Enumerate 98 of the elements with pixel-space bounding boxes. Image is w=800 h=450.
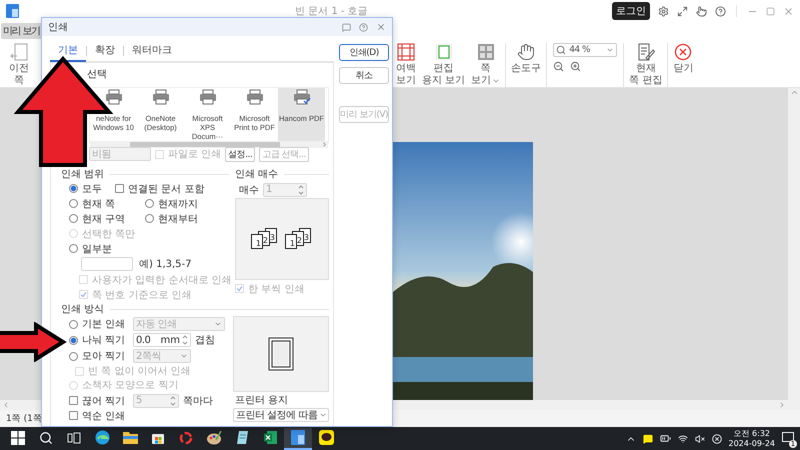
folder-icon[interactable] xyxy=(122,431,138,444)
notification-icon[interactable] xyxy=(782,432,794,442)
radio-option[interactable]: 기본 인쇄 xyxy=(69,317,129,331)
section-title: 인쇄 범위 xyxy=(61,168,104,181)
battery-icon[interactable] xyxy=(660,433,670,444)
annotation-arrow xyxy=(0,322,67,362)
caret-icon[interactable] xyxy=(214,320,222,328)
printer-icon xyxy=(292,89,310,105)
ring-icon[interactable] xyxy=(179,430,193,444)
cut-suffix: 쪽마다 xyxy=(183,394,213,408)
app-logo-icon xyxy=(6,4,19,18)
search-icon[interactable] xyxy=(39,430,53,444)
paper-label: 프린터 용지 xyxy=(235,394,288,407)
printer-icon xyxy=(104,89,122,105)
page-status: 1쪽 (1쪽 xyxy=(6,413,42,425)
palette-icon[interactable] xyxy=(206,430,222,444)
help-icon[interactable] xyxy=(359,22,368,32)
overlap-field[interactable]: 0.0 mm xyxy=(133,333,191,347)
radio-option[interactable]: 일부분 xyxy=(69,242,112,256)
close-icon xyxy=(674,43,692,61)
spinner-arrows-icon[interactable] xyxy=(170,394,176,406)
page-range-field[interactable] xyxy=(81,257,133,271)
ribbon-button[interactable]: 쪽 보기 xyxy=(468,43,504,87)
copies-label: 매수 xyxy=(239,184,259,196)
radio-option[interactable]: 현재까지 xyxy=(145,196,198,210)
page-sheet: 1 xyxy=(251,234,263,249)
windows-logo-icon[interactable] xyxy=(11,430,25,444)
radio-option[interactable]: 현재 쪽 xyxy=(69,196,139,210)
pointer-hand-icon[interactable] xyxy=(696,6,707,16)
settings-button[interactable]: 설정... xyxy=(225,146,256,162)
tab[interactable]: 워터마크 xyxy=(124,40,180,62)
document-pencil-icon xyxy=(636,43,655,61)
printer-icon xyxy=(246,89,264,105)
checkmark-icon xyxy=(80,291,87,298)
chat-icon[interactable] xyxy=(342,22,351,32)
spinner-arrows-icon[interactable] xyxy=(298,184,304,196)
hand-icon xyxy=(517,43,536,61)
close-icon[interactable] xyxy=(376,22,386,32)
help-icon[interactable] xyxy=(715,6,726,16)
spinner-arrows-icon[interactable] xyxy=(182,334,188,346)
search-icon xyxy=(556,45,566,55)
radio-option[interactable]: 모아 찍기 xyxy=(69,349,129,363)
printer-icon xyxy=(152,89,170,105)
page-icon xyxy=(268,337,294,371)
paper-icon xyxy=(434,43,453,61)
spreadsheet-icon[interactable] xyxy=(262,430,278,445)
radio-option[interactable]: 모두 xyxy=(69,182,109,196)
dialog-button[interactable]: 취소 xyxy=(339,67,390,84)
printer-status-field: 비됨 xyxy=(89,147,151,161)
pages-grid-icon xyxy=(476,43,495,61)
checkbox-option[interactable]: 연결된 문서 포함 xyxy=(115,182,204,196)
ribbon-button[interactable]: 닫기 xyxy=(670,43,696,75)
checkbox-option[interactable]: 역순 인쇄 xyxy=(69,408,126,422)
caret-icon[interactable] xyxy=(319,411,328,419)
menu-tab[interactable]: 미리 보기 xyxy=(1,23,42,39)
printer-icon xyxy=(198,89,216,105)
caret-icon[interactable] xyxy=(180,352,188,360)
caret-icon[interactable] xyxy=(606,46,614,54)
radio-option[interactable]: 현재부터 xyxy=(145,212,198,226)
paper-select[interactable]: 프린터 설정에 따름 xyxy=(233,408,329,422)
example-text: 예) 1,3,5-7 xyxy=(139,258,192,271)
overlap-label: 겹침 xyxy=(195,334,215,347)
zoom-in-icon[interactable] xyxy=(570,61,582,72)
section-title: 인쇄 방식 xyxy=(61,303,104,316)
section-title: 선택 xyxy=(87,68,107,81)
ribbon-button[interactable]: 손도구 xyxy=(508,43,544,75)
ribbon-button[interactable]: 현재 쪽 편집 xyxy=(626,43,666,87)
clock[interactable]: 오전 6:32 2024-09-24 xyxy=(728,428,775,448)
settings-icon[interactable] xyxy=(658,6,669,16)
section-title: 인쇄 매수 xyxy=(235,168,278,181)
radio-option[interactable]: 나눠 찍기 xyxy=(69,333,129,347)
chat-bubble-icon[interactable] xyxy=(318,430,334,445)
wifi-icon[interactable] xyxy=(678,434,688,444)
browser-icon[interactable] xyxy=(94,430,110,445)
ribbon-button[interactable]: 여백 보기 xyxy=(393,43,419,87)
notepad-icon[interactable] xyxy=(236,430,248,445)
chat-bubble-icon[interactable] xyxy=(642,434,652,444)
tab[interactable]: 확장 xyxy=(87,40,123,62)
page-sheet: 1 xyxy=(285,234,297,249)
radio-option[interactable]: 현재 구역 xyxy=(69,212,139,226)
dialog-button[interactable]: 인쇄(D) xyxy=(339,44,390,61)
ribbon-button[interactable]: 편집 용지 보기 xyxy=(419,43,468,87)
zoom-out-icon[interactable] xyxy=(553,61,564,72)
checkmark-icon xyxy=(236,285,243,292)
muted-speaker-icon[interactable] xyxy=(694,434,704,444)
task-view-icon[interactable] xyxy=(67,432,81,444)
dialog-title: 인쇄 xyxy=(48,21,68,34)
expand-icon[interactable] xyxy=(677,6,688,16)
caret-icon[interactable] xyxy=(492,77,500,85)
scroll-right-icon[interactable] xyxy=(321,141,328,148)
page-back-icon xyxy=(10,43,28,61)
checkbox-option[interactable]: 끊어 찍기 xyxy=(69,394,129,408)
margin-grid-icon xyxy=(397,43,415,61)
login-button[interactable]: 로그인 xyxy=(612,2,650,20)
circle-x-icon[interactable] xyxy=(712,434,722,444)
zoom-combo[interactable]: 44 % xyxy=(553,43,618,57)
window-title: 빈 문서 1 - 호글 xyxy=(295,5,368,18)
ribbon-button[interactable]: 이전 쪽 xyxy=(6,43,32,87)
